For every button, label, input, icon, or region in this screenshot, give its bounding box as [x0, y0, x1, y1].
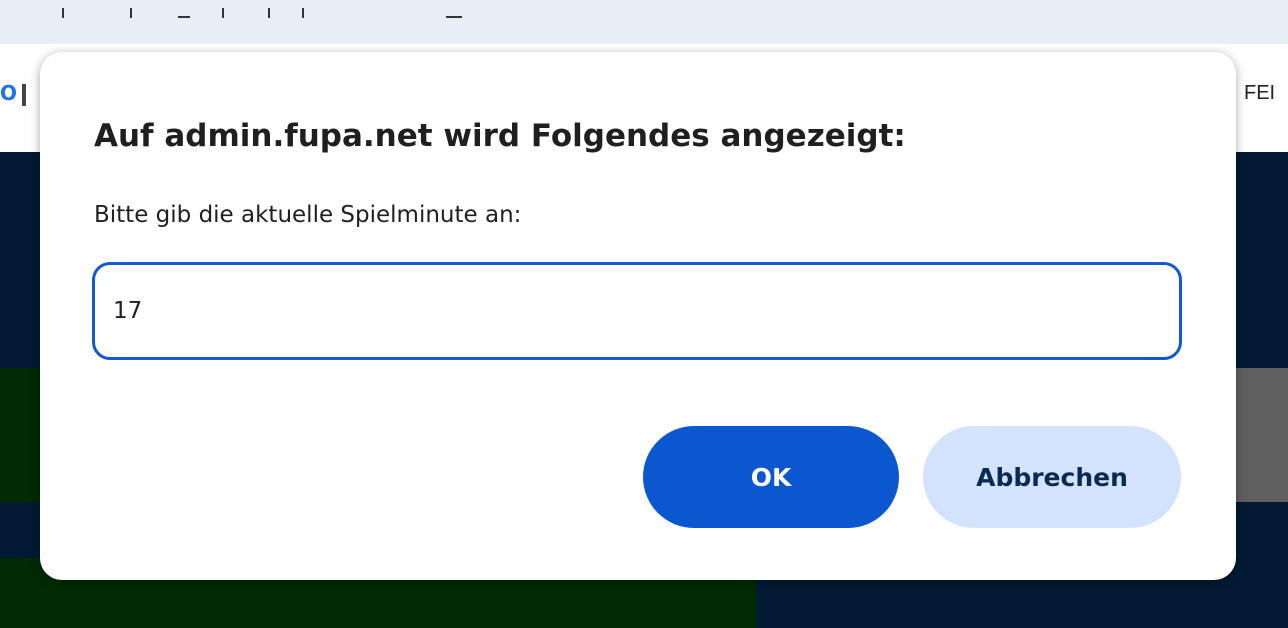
content-panel-gray: [1236, 368, 1288, 502]
prompt-dialog: Auf admin.fupa.net wird Folgendes angeze…: [40, 52, 1236, 580]
toolbar-fragment: [0, 0, 480, 22]
header-right-text: FEI: [1244, 82, 1276, 104]
site-logo-icon: O: [0, 81, 18, 105]
dialog-title: Auf admin.fupa.net wird Folgendes angeze…: [94, 118, 906, 154]
content-panel-green: [0, 368, 44, 502]
browser-viewport: O FEI Auf admin.fupa.net wird Folgendes …: [0, 0, 1288, 628]
cancel-button[interactable]: Abbrechen: [923, 426, 1181, 528]
prompt-input[interactable]: [92, 262, 1182, 360]
site-logo-bar: [22, 84, 26, 106]
ok-button[interactable]: OK: [643, 426, 899, 528]
dialog-message: Bitte gib die aktuelle Spielminute an:: [94, 202, 522, 228]
browser-tab-strip: [0, 0, 1288, 44]
